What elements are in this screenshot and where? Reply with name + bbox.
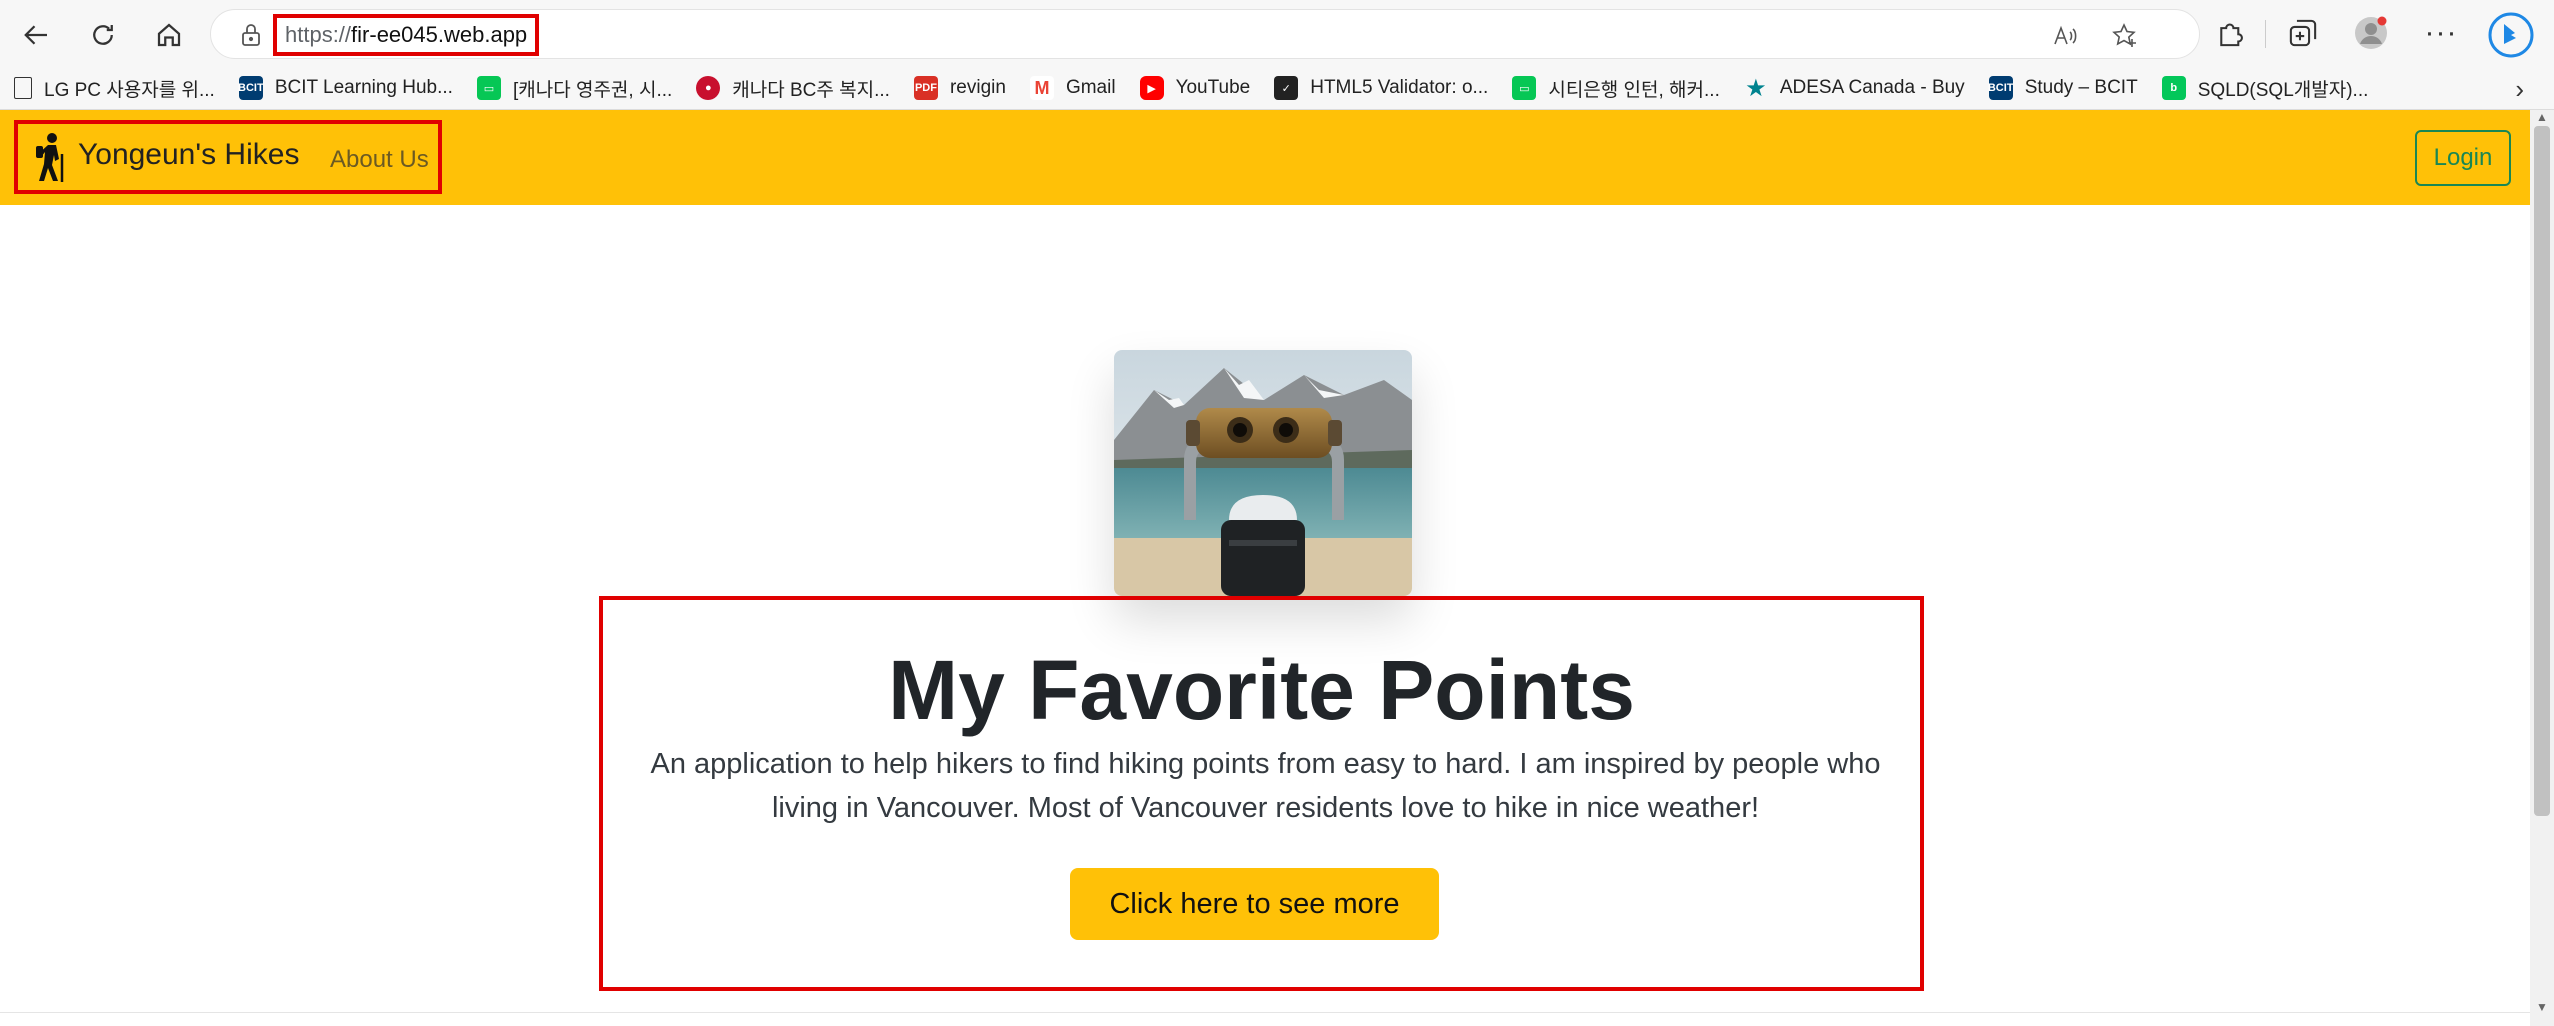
refresh-button[interactable]: [82, 14, 124, 56]
read-aloud-icon[interactable]: [2051, 22, 2079, 50]
bookmark-item[interactable]: ▭ 시티은행 인턴, 해커...: [1512, 75, 1720, 102]
bookmark-item[interactable]: b SQLD(SQL개발자)...: [2161, 75, 2369, 102]
page-scrollbar[interactable]: ▲ ▼: [2530, 110, 2554, 1026]
bookmark-item[interactable]: ▶ YouTube: [1139, 76, 1251, 100]
more-menu-icon[interactable]: ···: [2424, 16, 2458, 50]
bookmark-label: SQLD(SQL개발자)...: [2197, 79, 2369, 101]
bookmark-label: [캐나다 영주권, 시...: [512, 79, 673, 101]
home-button[interactable]: [148, 14, 190, 56]
binocular-viewer-image: [1114, 350, 1412, 596]
back-button[interactable]: [16, 14, 58, 56]
extensions-icon[interactable]: [2214, 16, 2248, 50]
bookmark-label: 캐나다 BC주 복지...: [732, 79, 890, 101]
bookmark-item[interactable]: ★ ADESA Canada - Buy: [1744, 74, 1965, 102]
scroll-down-arrow-icon[interactable]: ▼: [2536, 1000, 2548, 1014]
refresh-icon: [93, 25, 113, 45]
site-navbar: Yongeun's Hikes About Us Login: [0, 110, 2530, 205]
bookmark-item[interactable]: M Gmail: [1029, 76, 1116, 100]
hiker-icon: [36, 133, 64, 182]
page-icon: [14, 77, 32, 99]
bookmark-label: BCIT Learning Hub...: [274, 77, 453, 98]
blog-icon: b: [2161, 76, 2186, 100]
chevron-right-icon[interactable]: ›: [2515, 74, 2524, 105]
url-host: fir-ee045.web.app: [351, 22, 528, 47]
bcit-icon: BCIT: [238, 76, 264, 100]
bookmark-item[interactable]: ● 캐나다 BC주 복지...: [696, 75, 890, 102]
hero-title: My Favorite Points: [888, 643, 1635, 737]
bcit-icon: BCIT: [1988, 76, 2014, 100]
scroll-up-arrow-icon[interactable]: ▲: [2536, 110, 2548, 124]
collections-icon[interactable]: [2286, 16, 2320, 50]
brand-name[interactable]: Yongeun's Hikes: [78, 138, 299, 172]
browser-chrome: https://fir-ee045.web.app ··· LG PC 사용자를…: [0, 0, 2554, 110]
bookmark-label: revigin: [949, 77, 1006, 98]
bookmark-label: HTML5 Validator: o...: [1310, 77, 1489, 98]
see-more-button[interactable]: Click here to see more: [1070, 868, 1439, 940]
nav-link-about[interactable]: About Us: [330, 146, 429, 174]
pdf-icon: PDF: [913, 76, 938, 100]
address-row: https://fir-ee045.web.app ···: [0, 0, 2554, 68]
login-button[interactable]: Login: [2415, 130, 2511, 186]
line-icon: ▭: [1512, 76, 1537, 100]
add-favorite-icon[interactable]: [2111, 22, 2139, 50]
hero-image: [1114, 350, 1412, 596]
hero-section: My Favorite Points An application to hel…: [599, 596, 1924, 991]
red-circle-icon: ●: [696, 76, 721, 100]
profile-avatar[interactable]: [2354, 16, 2388, 50]
gmail-icon: M: [1029, 76, 1054, 100]
copilot-icon[interactable]: [2488, 12, 2534, 58]
brand-highlight-box: Yongeun's Hikes About Us: [14, 120, 442, 194]
bookmark-item[interactable]: BCIT Study – BCIT: [1988, 76, 2138, 100]
bookmark-item[interactable]: ✓ HTML5 Validator: o...: [1274, 76, 1488, 100]
scroll-thumb[interactable]: [2534, 126, 2550, 816]
arrow-left-icon: [24, 25, 47, 45]
toolbar-divider: [2265, 20, 2266, 48]
bookmark-label: Gmail: [1065, 77, 1116, 98]
bookmark-label: ADESA Canada - Buy: [1779, 77, 1965, 98]
section-divider: [0, 1012, 2530, 1013]
validator-icon: ✓: [1274, 76, 1299, 100]
bookmark-label: YouTube: [1175, 77, 1251, 98]
address-bar[interactable]: https://fir-ee045.web.app: [210, 9, 2200, 59]
home-icon: [157, 23, 181, 47]
bookmark-item[interactable]: ▭ [캐나다 영주권, 시...: [476, 75, 673, 102]
url-protocol: https://: [285, 22, 352, 47]
web-page: Yongeun's Hikes About Us Login My Favori…: [0, 110, 2530, 1026]
bookmarks-bar: LG PC 사용자를 위... BCIT BCIT Learning Hub..…: [0, 68, 2554, 108]
avatar-icon: [2355, 16, 2387, 49]
hero-description: An application to help hikers to find hi…: [650, 748, 1881, 824]
bookmark-label: 시티은행 인턴, 해커...: [1548, 79, 1720, 101]
bookmark-label: LG PC 사용자를 위...: [44, 79, 215, 101]
url-text[interactable]: https://fir-ee045.web.app: [273, 14, 540, 56]
line-icon: ▭: [476, 76, 501, 100]
star-icon: ★: [1745, 74, 1767, 102]
youtube-icon: ▶: [1139, 76, 1164, 100]
bookmark-item[interactable]: LG PC 사용자를 위...: [14, 75, 215, 102]
bookmark-item[interactable]: BCIT BCIT Learning Hub...: [238, 76, 453, 100]
bookmark-label: Study – BCIT: [2024, 77, 2138, 98]
bookmark-item[interactable]: PDF revigin: [913, 76, 1006, 100]
lock-icon: [242, 24, 260, 46]
